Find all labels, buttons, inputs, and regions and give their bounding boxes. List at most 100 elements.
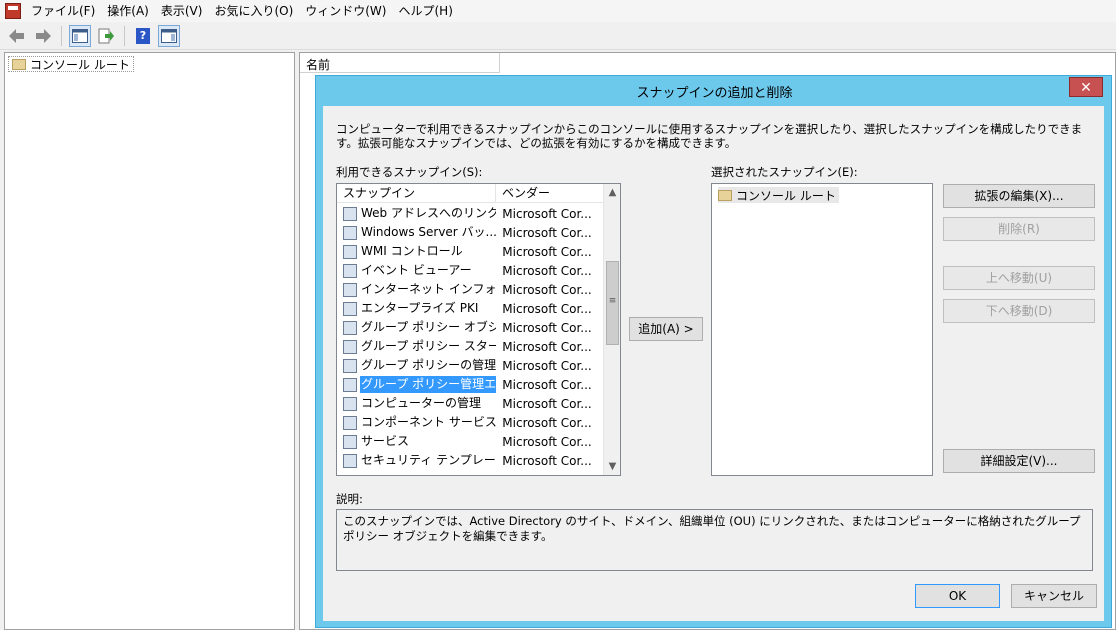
back-arrow-icon[interactable] [6, 25, 28, 47]
snapin-vendor: Microsoft Cor... [502, 358, 592, 373]
help-glyph: ? [136, 27, 150, 44]
snapin-name: グループ ポリシーの管理 [361, 358, 497, 372]
explanation-text: このスナップインでは、Active Directory のサイト、ドメイン、組織… [336, 509, 1093, 571]
snapin-icon [343, 282, 357, 297]
menu-action[interactable]: 操作(A) [103, 0, 157, 22]
dialog-body: コンピューターで利用できるスナップインからこのコンソールに使用するスナップインを… [323, 106, 1104, 621]
snapin-icon [343, 244, 357, 259]
console-tree-pane: コンソール ルート [4, 52, 295, 630]
table-row[interactable]: WMI コントロール Microsoft Cor... [337, 242, 605, 261]
table-row[interactable]: エンタープライズ PKI Microsoft Cor... [337, 299, 605, 318]
menu-bar: ファイル(F) 操作(A) 表示(V) お気に入り(O) ウィンドウ(W) ヘル… [0, 0, 1116, 22]
snapin-name: イベント ビューアー [361, 263, 472, 277]
snapin-icon [343, 206, 357, 221]
scroll-up-icon[interactable]: ▲ [604, 184, 620, 201]
table-row[interactable]: グループ ポリシー オブジェ... Microsoft Cor... [337, 318, 605, 337]
column-header-snapin[interactable]: スナップイン [337, 184, 496, 203]
cancel-button[interactable]: キャンセル [1011, 584, 1097, 608]
available-snapins-list[interactable]: スナップイン ベンダー Web アドレスへのリンク Microsoft Cor..… [336, 183, 621, 476]
snapin-name: グループ ポリシー スタータ... [361, 339, 496, 353]
export-icon[interactable] [95, 25, 117, 47]
forward-arrow-icon[interactable] [32, 25, 54, 47]
snapin-vendor: Microsoft Cor... [502, 453, 592, 468]
toolbar-separator [124, 25, 125, 46]
snapin-vendor: Microsoft Cor... [502, 377, 592, 392]
snapin-vendor: Microsoft Cor... [502, 301, 592, 316]
scrollbar-thumb[interactable]: ≡ [606, 261, 619, 345]
explanation-label: 説明: [336, 492, 363, 506]
snapin-name: Windows Server バッ... [361, 225, 497, 239]
snapin-vendor: Microsoft Cor... [502, 206, 592, 221]
snapin-icon [343, 453, 357, 468]
selected-snapins-label: 選択されたスナップイン(E): [711, 165, 858, 179]
remove-button[interactable]: 削除(R) [943, 217, 1095, 241]
move-down-button[interactable]: 下へ移動(D) [943, 299, 1095, 323]
grip-icon: ≡ [608, 296, 617, 306]
edit-extensions-button[interactable]: 拡張の編集(X)... [943, 184, 1095, 208]
list-header: スナップイン ベンダー [337, 184, 605, 203]
snapin-icon [343, 225, 357, 240]
help-icon[interactable]: ? [132, 25, 154, 47]
table-row[interactable]: セキュリティ テンプレート Microsoft Cor... [337, 451, 605, 470]
ok-button[interactable]: OK [915, 584, 1000, 608]
snapin-icon [343, 320, 357, 335]
tree-item-label: コンソール ルート [30, 57, 130, 72]
toolbar: ? [0, 22, 1116, 50]
tree-item-console-root[interactable]: コンソール ルート [8, 56, 134, 72]
dialog-description: コンピューターで利用できるスナップインからこのコンソールに使用するスナップインを… [336, 122, 1083, 150]
column-header-name[interactable]: 名前 [300, 53, 500, 73]
folder-icon [12, 58, 26, 70]
snapin-icon [343, 301, 357, 316]
snapin-icon [343, 358, 357, 373]
snapin-name: サービス [361, 434, 410, 448]
console-tree-icon[interactable] [69, 24, 91, 47]
snapin-name: コンポーネント サービス [361, 415, 497, 429]
menu-help[interactable]: ヘルプ(H) [394, 0, 460, 22]
add-button[interactable]: 追加(A) > [629, 317, 703, 341]
snapin-icon [343, 263, 357, 278]
snapin-vendor: Microsoft Cor... [502, 396, 592, 411]
table-row[interactable]: コンポーネント サービス Microsoft Cor... [337, 413, 605, 432]
list-item[interactable]: コンソール ルート [718, 187, 839, 203]
table-row[interactable]: インターネット インフォメー... Microsoft Cor... [337, 280, 605, 299]
snapin-name: Web アドレスへのリンク [361, 206, 497, 220]
snapin-vendor: Microsoft Cor... [502, 320, 592, 335]
menu-view[interactable]: 表示(V) [157, 0, 211, 22]
mmc-app-icon[interactable] [5, 3, 21, 19]
vertical-scrollbar[interactable]: ▲ ≡ ▼ [603, 184, 620, 475]
snapin-vendor: Microsoft Cor... [502, 225, 592, 240]
snapin-name: グループ ポリシー オブジェ... [361, 320, 496, 334]
snapin-vendor: Microsoft Cor... [502, 339, 592, 354]
action-pane-icon[interactable] [158, 24, 180, 47]
table-row[interactable]: グループ ポリシー スタータ... Microsoft Cor... [337, 337, 605, 356]
column-header-vendor[interactable]: ベンダー [496, 184, 605, 203]
advanced-button[interactable]: 詳細設定(V)... [943, 449, 1095, 473]
table-row[interactable]: Windows Server バッ... Microsoft Cor... [337, 223, 605, 242]
dialog-title: スナップインの追加と削除 [636, 86, 793, 101]
snapin-icon [343, 434, 357, 449]
close-icon[interactable]: ✕ [1069, 77, 1103, 97]
snapin-vendor: Microsoft Cor... [502, 434, 592, 449]
table-row[interactable]: グループ ポリシー管理エデ... Microsoft Cor... [337, 375, 605, 394]
table-row[interactable]: イベント ビューアー Microsoft Cor... [337, 261, 605, 280]
selected-snapins-list[interactable]: コンソール ルート [711, 183, 933, 476]
snapin-name: コンピューターの管理 [361, 396, 482, 410]
snapin-name: セキュリティ テンプレート [361, 453, 497, 467]
snapin-vendor: Microsoft Cor... [502, 415, 592, 430]
available-snapins-label: 利用できるスナップイン(S): [336, 165, 483, 179]
menu-file[interactable]: ファイル(F) [27, 0, 103, 22]
table-row[interactable]: Web アドレスへのリンク Microsoft Cor... [337, 204, 605, 223]
add-remove-snapins-dialog: スナップインの追加と削除 ✕ コンピューターで利用できるスナップインからこのコン… [315, 75, 1112, 628]
snapin-vendor: Microsoft Cor... [502, 282, 592, 297]
menu-window[interactable]: ウィンドウ(W) [301, 0, 394, 22]
snapin-vendor: Microsoft Cor... [502, 263, 592, 278]
table-row[interactable]: コンピューターの管理 Microsoft Cor... [337, 394, 605, 413]
scroll-down-icon[interactable]: ▼ [604, 458, 620, 475]
table-row[interactable]: サービス Microsoft Cor... [337, 432, 605, 451]
move-up-button[interactable]: 上へ移動(U) [943, 266, 1095, 290]
table-row[interactable]: グループ ポリシーの管理 Microsoft Cor... [337, 356, 605, 375]
menu-favorites[interactable]: お気に入り(O) [210, 0, 301, 22]
snapin-vendor: Microsoft Cor... [502, 244, 592, 259]
snapin-icon [343, 339, 357, 354]
folder-icon [718, 189, 732, 201]
